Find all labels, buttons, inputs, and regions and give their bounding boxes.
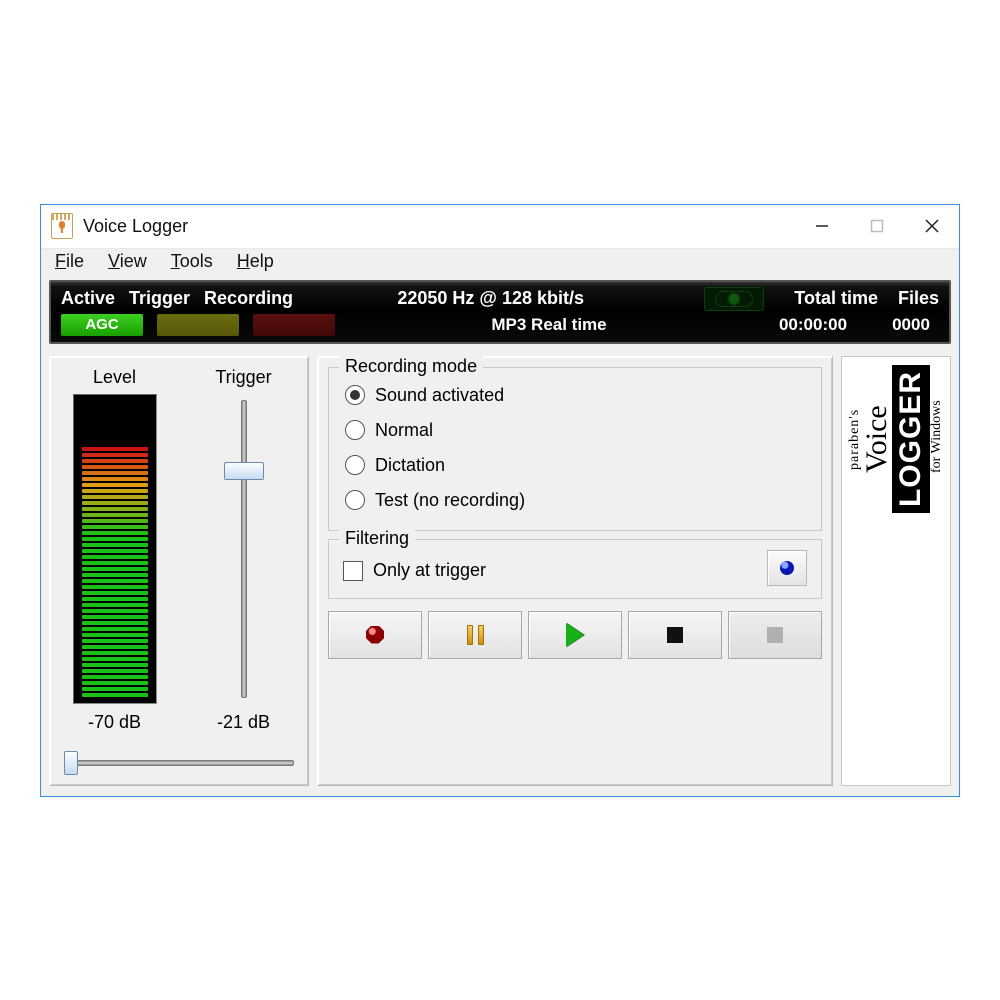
status-bar: Active Trigger Recording 22050 Hz @ 128 … bbox=[49, 280, 951, 344]
window-controls bbox=[794, 205, 959, 248]
play-button[interactable] bbox=[528, 611, 622, 659]
recording-mode-legend: Recording mode bbox=[339, 356, 483, 377]
brand-name-a: Voice bbox=[862, 367, 892, 511]
minimize-button[interactable] bbox=[794, 205, 849, 248]
files-value: 0000 bbox=[883, 315, 939, 335]
menu-help[interactable]: Help bbox=[237, 251, 274, 272]
radio-sound-activated[interactable]: Sound activated bbox=[343, 378, 807, 413]
trigger-value: -21 dB bbox=[189, 712, 298, 733]
trigger-slider[interactable] bbox=[224, 394, 264, 704]
level-label: Level bbox=[60, 367, 169, 388]
menu-file[interactable]: File bbox=[55, 251, 84, 272]
window-title: Voice Logger bbox=[83, 216, 794, 237]
status-recording-label: Recording bbox=[204, 288, 293, 309]
meters-panel: Level -70 dB Trigger -21 dB bbox=[49, 356, 309, 786]
radio-icon bbox=[345, 490, 365, 510]
stop-icon bbox=[767, 627, 783, 643]
settings-panel: Recording mode Sound activated Normal Di… bbox=[317, 356, 833, 786]
close-button[interactable] bbox=[904, 205, 959, 248]
trigger-slider-thumb[interactable] bbox=[224, 462, 264, 480]
filter-settings-button[interactable] bbox=[767, 550, 807, 586]
radio-label: Sound activated bbox=[375, 385, 504, 406]
status-codec: MP3 Real time bbox=[335, 315, 763, 335]
status-indicators: AGC bbox=[61, 314, 335, 336]
record-icon bbox=[366, 626, 384, 644]
window: Voice Logger File View Tools Help Active… bbox=[40, 204, 960, 797]
status-format: 22050 Hz @ 128 kbit/s bbox=[307, 288, 674, 309]
trigger-label: Trigger bbox=[189, 367, 298, 388]
status-total-time-label: Total time bbox=[794, 288, 878, 309]
radio-label: Dictation bbox=[375, 455, 445, 476]
radio-icon bbox=[345, 420, 365, 440]
record-button[interactable] bbox=[328, 611, 422, 659]
led-icon bbox=[780, 561, 794, 575]
trigger-indicator bbox=[157, 314, 239, 336]
filtering-legend: Filtering bbox=[339, 528, 415, 549]
pause-icon bbox=[467, 625, 484, 645]
radio-label: Normal bbox=[375, 420, 433, 441]
radio-normal[interactable]: Normal bbox=[343, 413, 807, 448]
activity-led-icon bbox=[704, 287, 764, 311]
app-icon bbox=[51, 213, 73, 239]
menubar: File View Tools Help bbox=[41, 249, 959, 278]
radio-icon bbox=[345, 385, 365, 405]
status-trigger-label: Trigger bbox=[129, 288, 190, 309]
maximize-button bbox=[849, 205, 904, 248]
recording-mode-group: Recording mode Sound activated Normal Di… bbox=[328, 367, 822, 531]
pause-button[interactable] bbox=[428, 611, 522, 659]
checkbox-label: Only at trigger bbox=[373, 560, 486, 581]
checkbox-icon bbox=[343, 561, 363, 581]
level-value: -70 dB bbox=[60, 712, 169, 733]
brand-panel: paraben's Voice LOGGER for Windows bbox=[841, 356, 951, 786]
menu-tools[interactable]: Tools bbox=[171, 251, 213, 272]
stop-icon bbox=[667, 627, 683, 643]
radio-dictation[interactable]: Dictation bbox=[343, 448, 807, 483]
radio-label: Test (no recording) bbox=[375, 490, 525, 511]
titlebar: Voice Logger bbox=[41, 205, 959, 249]
body: Level -70 dB Trigger -21 dB bbox=[41, 350, 959, 796]
stop-button[interactable] bbox=[628, 611, 722, 659]
recording-indicator bbox=[253, 314, 335, 336]
total-time-value: 00:00:00 bbox=[763, 315, 863, 335]
status-active-label: Active bbox=[61, 288, 115, 309]
gain-slider[interactable] bbox=[60, 751, 298, 775]
gain-slider-thumb[interactable] bbox=[64, 751, 78, 775]
transport-controls bbox=[328, 611, 822, 659]
play-icon bbox=[566, 623, 584, 647]
checkbox-only-at-trigger[interactable]: Only at trigger bbox=[343, 554, 486, 581]
brand-name-b: LOGGER bbox=[892, 365, 930, 513]
menu-view[interactable]: View bbox=[108, 251, 147, 272]
filtering-group: Filtering Only at trigger bbox=[328, 539, 822, 599]
radio-icon bbox=[345, 455, 365, 475]
agc-indicator: AGC bbox=[61, 314, 143, 336]
stop2-button[interactable] bbox=[728, 611, 822, 659]
status-files-label: Files bbox=[898, 288, 939, 309]
brand-tag: for Windows bbox=[930, 365, 944, 509]
level-meter bbox=[73, 394, 157, 704]
radio-test[interactable]: Test (no recording) bbox=[343, 483, 807, 518]
